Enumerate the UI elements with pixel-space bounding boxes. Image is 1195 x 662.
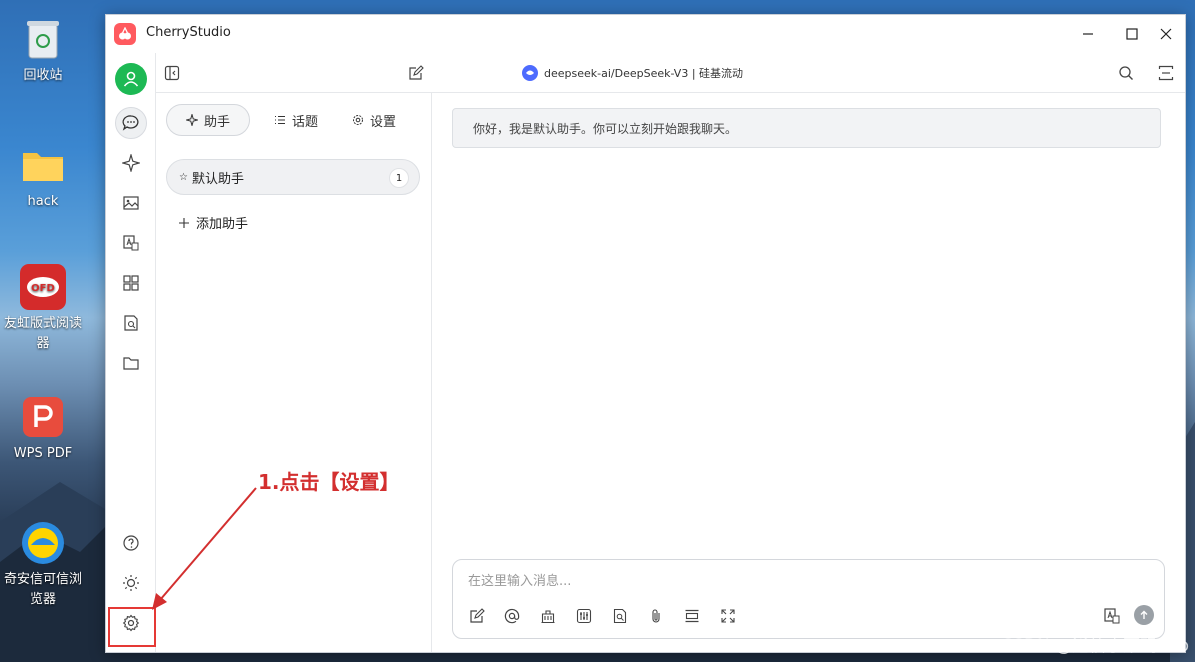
navigation-rail	[106, 53, 156, 652]
annotation-label: 1.点击【设置】	[258, 470, 400, 494]
edit-icon	[409, 65, 424, 80]
qianxin-browser-icon	[20, 520, 66, 566]
apps-grid-icon	[123, 275, 139, 291]
sliders-icon	[576, 608, 592, 624]
chat-area: 你好，我是默认助手。你可以立刻开始跟我聊天。 在这里输入消息...	[432, 93, 1185, 652]
clear-context-button[interactable]	[682, 606, 702, 626]
web-search-button[interactable]	[610, 606, 630, 626]
list-icon	[275, 116, 285, 124]
desktop-icon-ofd-reader[interactable]: OFD 友虹版式阅读器	[0, 264, 88, 354]
translate-input-button[interactable]	[1102, 606, 1122, 626]
settings-highlight-box	[108, 607, 156, 647]
panel-tabs: 助手 话题 设置	[166, 103, 421, 137]
rail-image-button[interactable]	[115, 187, 147, 219]
help-icon	[123, 535, 139, 551]
star-icon: ☆	[179, 171, 188, 183]
send-button[interactable]	[1134, 605, 1154, 625]
minimize-button[interactable]	[1078, 24, 1098, 44]
toggle-sidebar-button[interactable]	[162, 63, 182, 83]
knowledge-base-button[interactable]	[538, 606, 558, 626]
rail-agents-button[interactable]	[115, 147, 147, 179]
deepseek-logo-icon	[522, 65, 538, 81]
top-toolbar: deepseek-ai/DeepSeek-V3 | 硅基流动	[156, 53, 1185, 93]
desktop-icon-hack-folder[interactable]: hack	[0, 142, 88, 212]
desktop-icon-label: hack	[27, 194, 59, 209]
desktop-icon-label: WPS PDF	[13, 446, 73, 461]
model-name-label: deepseek-ai/DeepSeek-V3 | 硅基流动	[544, 67, 744, 80]
svg-text:OFD: OFD	[31, 283, 55, 294]
folder-icon	[123, 357, 139, 370]
rail-files-button[interactable]	[115, 347, 147, 379]
sparkle-icon	[122, 154, 140, 172]
rail-chat-button[interactable]	[115, 107, 147, 139]
new-topic-button[interactable]	[467, 606, 487, 626]
recycle-bin-icon	[20, 16, 66, 62]
tab-settings[interactable]: 设置	[338, 104, 410, 136]
csdn-watermark: CSDN @通信小菜鸡-zfb	[1001, 636, 1189, 656]
tab-assistants[interactable]: 助手	[166, 104, 250, 136]
narrow-mode-button[interactable]	[1156, 63, 1176, 83]
title-bar: CherryStudio	[106, 15, 1185, 53]
at-sign-icon	[504, 608, 520, 624]
parameters-button[interactable]	[574, 606, 594, 626]
cherry-studio-window: CherryStudio deepseek-ai/DeepSeek-V3 | 硅…	[105, 14, 1186, 653]
app-title: CherryStudio	[146, 25, 231, 40]
desktop-icon-label: 回收站	[23, 68, 63, 83]
topic-count-badge: 1	[389, 168, 409, 188]
arrow-up-icon	[1140, 610, 1148, 619]
narrow-layout-icon	[1158, 65, 1174, 81]
plus-icon	[179, 217, 189, 228]
ofd-reader-icon: OFD	[20, 264, 66, 310]
desktop-icon-qianxin-browser[interactable]: 奇安信可信浏览器	[0, 520, 88, 610]
chat-bubble-icon	[122, 115, 139, 131]
new-chat-button[interactable]	[406, 63, 426, 83]
expand-icon	[721, 609, 735, 623]
model-selector[interactable]: deepseek-ai/DeepSeek-V3 | 硅基流动	[522, 65, 743, 81]
gear-icon	[353, 115, 364, 125]
desktop-icon-recycle-bin[interactable]: 回收站	[0, 16, 88, 86]
split-line-icon	[685, 609, 699, 623]
image-icon	[123, 196, 139, 210]
greeting-message: 你好，我是默认助手。你可以立刻开始跟我聊天。	[452, 108, 1161, 148]
maximize-button[interactable]	[1122, 24, 1142, 44]
mention-model-button[interactable]	[502, 606, 522, 626]
translate-icon	[123, 235, 139, 251]
add-assistant-button[interactable]: 添加助手	[178, 213, 248, 232]
wps-pdf-icon	[20, 394, 66, 440]
assistant-item-default[interactable]: ☆ 默认助手 1	[166, 159, 420, 195]
desktop-icon-label: 友虹版式阅读器	[3, 316, 82, 351]
cherry-logo-icon	[114, 23, 136, 45]
paperclip-icon	[652, 609, 660, 623]
library-icon	[541, 610, 555, 624]
close-button[interactable]	[1156, 24, 1176, 44]
attach-file-button[interactable]	[646, 606, 666, 626]
message-input-box[interactable]: 在这里输入消息...	[452, 559, 1165, 639]
rail-theme-button[interactable]	[115, 567, 147, 599]
rail-help-button[interactable]	[115, 527, 147, 559]
folder-icon	[20, 142, 66, 188]
search-icon	[1119, 66, 1133, 80]
tab-topics[interactable]: 话题	[260, 104, 332, 136]
sidebar-toggle-icon	[164, 65, 180, 81]
rail-translate-button[interactable]	[115, 227, 147, 259]
rail-apps-button[interactable]	[115, 267, 147, 299]
sparkle-icon	[185, 114, 198, 126]
assistant-name: 默认助手	[191, 171, 244, 187]
user-avatar[interactable]	[115, 63, 147, 95]
expand-input-button[interactable]	[718, 606, 738, 626]
translate-icon	[1104, 608, 1120, 624]
search-button[interactable]	[1116, 63, 1136, 83]
desktop-icon-wps-pdf[interactable]: WPS PDF	[0, 394, 88, 464]
sun-icon	[123, 575, 139, 591]
document-search-icon	[613, 608, 627, 624]
assistants-panel: 助手 话题 设置 ☆ 默认助手 1 添加助手	[156, 93, 432, 652]
message-input-placeholder[interactable]: 在这里输入消息...	[468, 570, 571, 589]
edit-icon	[470, 608, 485, 623]
rail-knowledge-button[interactable]	[115, 307, 147, 339]
desktop-icon-label: 奇安信可信浏览器	[3, 572, 82, 607]
document-search-icon	[124, 315, 138, 331]
